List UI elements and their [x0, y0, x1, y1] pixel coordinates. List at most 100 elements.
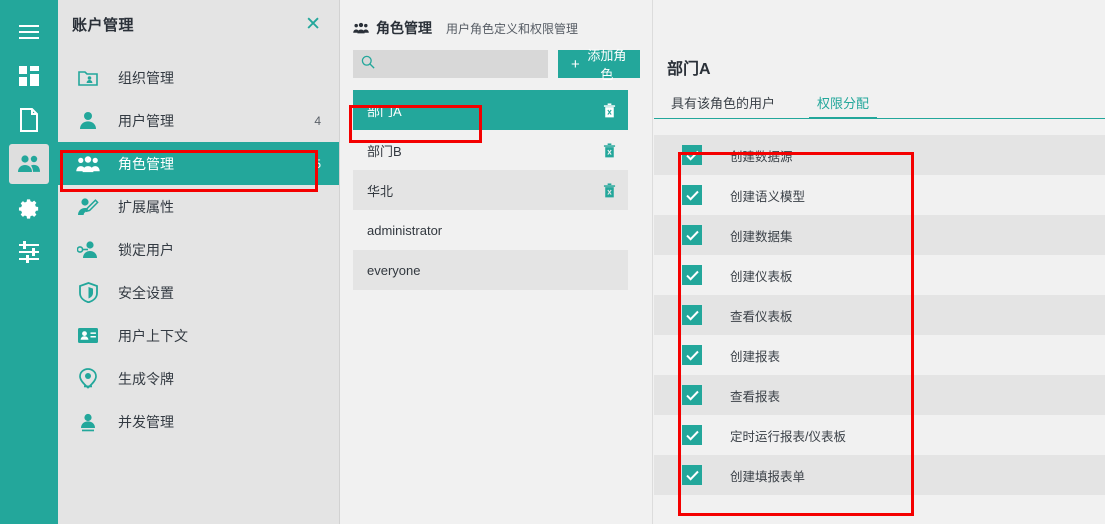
permission-row[interactable]: 创建仪表板 [654, 255, 1105, 295]
document-icon[interactable] [9, 100, 49, 140]
permission-label: 创建数据源 [730, 149, 793, 164]
sidebar-item-extended-attributes[interactable]: 扩展属性 [58, 185, 339, 228]
sidebar-item-label: 用户管理 [118, 112, 174, 129]
role-name: everyone [367, 262, 421, 278]
role-list-item[interactable]: 华北 [353, 170, 628, 210]
role-toolbar: + 添加角色 [341, 38, 652, 82]
sidebar-item-user-context[interactable]: 用户上下文 [58, 314, 339, 357]
role-column-subtitle: 用户角色定义和权限管理 [446, 21, 579, 36]
sidebar-item-label: 角色管理 [118, 155, 174, 172]
permission-row[interactable]: 查看报表 [654, 375, 1105, 415]
add-role-button[interactable]: + 添加角色 [558, 48, 640, 82]
role-column-header: 角色管理 用户角色定义和权限管理 [341, 0, 652, 38]
sidebar-item-label: 用户上下文 [118, 327, 188, 344]
permission-checkbox[interactable] [682, 385, 702, 405]
delete-icon[interactable] [603, 142, 616, 158]
sidebar-item-label: 组织管理 [118, 69, 174, 86]
sidebar-item-concurrency[interactable]: 并发管理 [58, 400, 339, 443]
user-edit-icon [72, 197, 104, 216]
permission-label: 创建仪表板 [730, 269, 793, 284]
users-group-icon [72, 155, 104, 173]
sidebar-item-label: 生成令牌 [118, 370, 174, 387]
account-panel-header: 账户管理 ✕ [58, 0, 339, 48]
app-root: 账户管理 ✕ 组织管理 用户管理 4 角色管理 5 扩展属性 锁定用户 安全设置… [0, 0, 1105, 524]
delete-icon[interactable] [603, 102, 616, 118]
delete-icon[interactable] [603, 182, 616, 198]
user-key-icon [72, 240, 104, 259]
permission-checkbox[interactable] [682, 345, 702, 365]
permission-row[interactable]: 创建语义模型 [654, 175, 1105, 215]
permission-checkbox[interactable] [682, 425, 702, 445]
account-panel-title: 账户管理 [72, 16, 135, 34]
permission-row[interactable]: 创建数据源 [654, 135, 1105, 175]
sidebar-item-generate-token[interactable]: 生成令牌 [58, 357, 339, 400]
role-name: administrator [367, 222, 443, 238]
close-icon[interactable]: ✕ [305, 15, 321, 34]
permission-label: 创建语义模型 [730, 189, 806, 204]
role-list-item[interactable]: 部门A [353, 90, 628, 130]
permission-label: 查看仪表板 [730, 309, 793, 324]
role-list: 部门A 部门B 华北 administrator everyone [341, 90, 652, 290]
role-detail-panel: 部门A 具有该角色的用户 权限分配 创建数据源 创建语义模型 创建数据集 创建仪… [654, 0, 1105, 524]
permission-row[interactable]: 定时运行报表/仪表板 [654, 415, 1105, 455]
dashboard-icon[interactable] [9, 56, 49, 96]
menu-icon[interactable] [9, 12, 49, 52]
search-box[interactable] [353, 50, 548, 78]
role-list-item[interactable]: 部门B [353, 130, 628, 170]
permission-checkbox[interactable] [682, 265, 702, 285]
permission-checkbox[interactable] [682, 225, 702, 245]
account-panel: 账户管理 ✕ 组织管理 用户管理 4 角色管理 5 扩展属性 锁定用户 安全设置… [58, 0, 340, 524]
users-icon[interactable] [9, 144, 49, 184]
permission-row[interactable]: 创建报表 [654, 335, 1105, 375]
permission-label: 创建报表 [730, 349, 781, 364]
permission-label: 定时运行报表/仪表板 [730, 429, 846, 444]
role-name: 华北 [367, 183, 394, 199]
plus-icon: + [571, 55, 580, 73]
users-group-icon [353, 22, 369, 34]
permission-checkbox[interactable] [682, 465, 702, 485]
sidebar-item-security[interactable]: 安全设置 [58, 271, 339, 314]
gear-icon[interactable] [9, 188, 49, 228]
permission-checkbox[interactable] [682, 145, 702, 165]
search-input[interactable] [381, 51, 540, 77]
tab-users-with-role[interactable]: 具有该角色的用户 [667, 93, 779, 118]
permission-row[interactable]: 查看仪表板 [654, 295, 1105, 335]
sidebar-item-label: 锁定用户 [118, 241, 174, 258]
sidebar-item-locked-users[interactable]: 锁定用户 [58, 228, 339, 271]
role-list-item[interactable]: everyone [353, 250, 628, 290]
user-icon [72, 111, 104, 130]
account-menu-list: 组织管理 用户管理 4 角色管理 5 扩展属性 锁定用户 安全设置 用户上下文 … [58, 56, 339, 443]
sidebar-item-users[interactable]: 用户管理 4 [58, 99, 339, 142]
permission-row[interactable]: 创建填报表单 [654, 455, 1105, 495]
permission-list: 创建数据源 创建语义模型 创建数据集 创建仪表板 查看仪表板 创建报表 查看报表… [654, 135, 1105, 495]
tab-permission-assignment[interactable]: 权限分配 [809, 93, 878, 119]
token-icon [72, 368, 104, 389]
role-name: 部门B [367, 143, 402, 159]
permission-checkbox[interactable] [682, 305, 702, 325]
sidebar-item-roles[interactable]: 角色管理 5 [58, 142, 339, 185]
role-name: 部门A [367, 103, 402, 119]
permission-row[interactable]: 创建数据集 [654, 215, 1105, 255]
role-column: 角色管理 用户角色定义和权限管理 + 添加角色 部门A 部门B 华北 admin… [341, 0, 653, 524]
sidebar-item-label: 扩展属性 [118, 198, 174, 215]
shield-icon [72, 282, 104, 303]
sliders-icon[interactable] [9, 232, 49, 272]
add-role-label: 添加角色 [587, 48, 627, 82]
detail-tabs: 具有该角色的用户 权限分配 [654, 93, 1105, 119]
role-column-title: 角色管理 [376, 20, 432, 36]
permission-label: 创建数据集 [730, 229, 793, 244]
permission-checkbox[interactable] [682, 185, 702, 205]
permission-label: 创建填报表单 [730, 469, 806, 484]
sidebar-item-count: 4 [314, 113, 321, 128]
sidebar-item-count: 5 [314, 156, 321, 171]
permission-label: 查看报表 [730, 389, 781, 404]
sidebar-item-label: 并发管理 [118, 413, 174, 430]
search-icon [361, 55, 375, 74]
detail-title: 部门A [667, 61, 711, 78]
sidebar-item-label: 安全设置 [118, 284, 174, 301]
id-card-icon [72, 327, 104, 344]
user-concurrent-icon [72, 412, 104, 432]
sidebar-item-organization[interactable]: 组织管理 [58, 56, 339, 99]
folder-user-icon [72, 69, 104, 86]
role-list-item[interactable]: administrator [353, 210, 628, 250]
